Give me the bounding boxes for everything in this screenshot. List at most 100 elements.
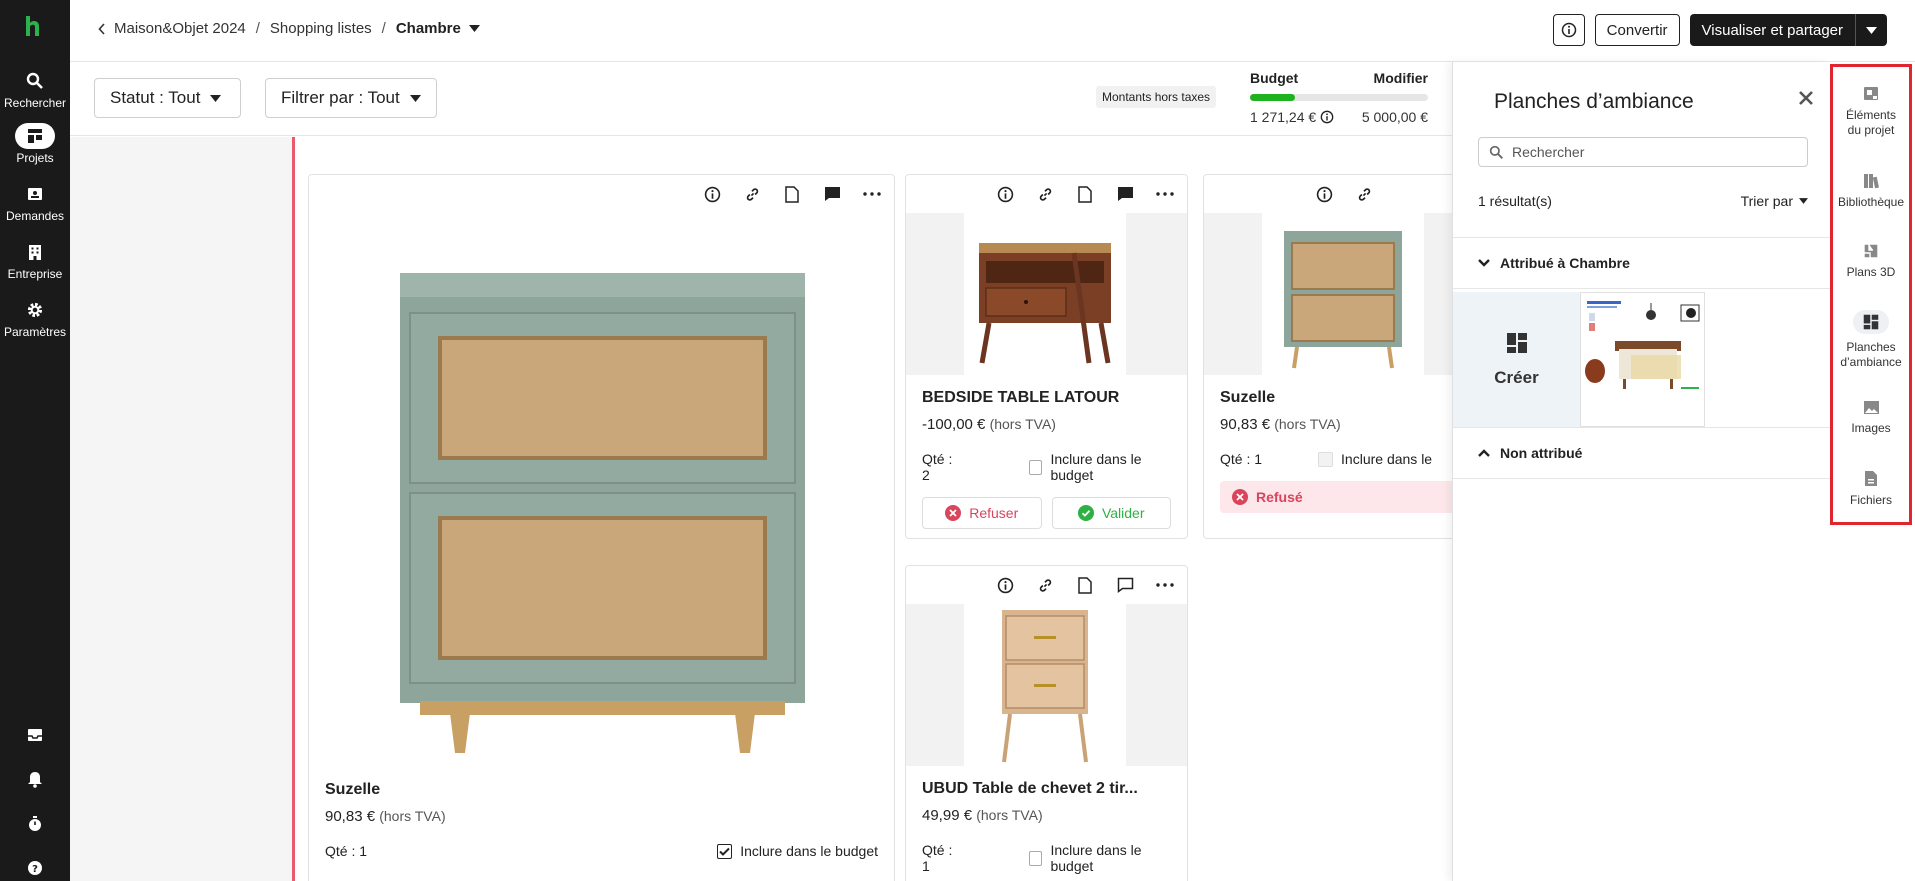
nav-item-search[interactable]: Rechercher [0, 68, 70, 110]
file-icon [1830, 470, 1912, 487]
link-icon[interactable] [1035, 184, 1055, 204]
filter-bar: Statut : Tout Filtrer par : Tout Montant… [70, 62, 1452, 136]
nav-item-projects[interactable]: Projets [0, 123, 70, 165]
rail-label: Fichiers [1849, 493, 1892, 507]
close-icon[interactable] [1798, 90, 1814, 106]
rail-label: Planches [1846, 340, 1896, 354]
info-icon[interactable] [1314, 184, 1334, 204]
include-in-budget-checkbox[interactable]: Inclure dans le budget [717, 843, 878, 859]
include-in-budget-checkbox[interactable]: Inclure dans le budget [1029, 842, 1171, 874]
caret-down-icon[interactable] [468, 25, 480, 32]
status-filter[interactable]: Statut : Tout [94, 78, 241, 118]
create-moodboard-button[interactable]: Créer [1453, 292, 1580, 427]
comment-outline-icon[interactable] [1115, 575, 1135, 595]
moodboard-search-input[interactable]: Rechercher [1478, 137, 1808, 167]
product-title[interactable]: Suzelle [309, 781, 894, 799]
breadcrumb-project[interactable]: Maison&Objet 2024 [114, 20, 246, 37]
card-toolbar [309, 175, 894, 213]
breadcrumb-shopping-lists[interactable]: Shopping listes [270, 20, 372, 37]
include-in-budget-checkbox[interactable]: Inclure dans le budget [1029, 451, 1171, 483]
link-icon[interactable] [1354, 184, 1374, 204]
card-toolbar [906, 566, 1187, 604]
product-image[interactable] [906, 213, 1187, 375]
include-in-budget-label: Inclure dans le [1341, 451, 1433, 467]
info-button[interactable] [1552, 14, 1585, 46]
refused-label: Refusé [1256, 489, 1303, 505]
filter-by-dropdown[interactable]: Filtrer par : Tout [265, 78, 437, 118]
rail-label: d’ambiance [1840, 355, 1902, 369]
product-image[interactable] [906, 604, 1187, 766]
product-title[interactable]: UBUD Table de chevet 2 tir... [906, 780, 1187, 798]
svg-text:?: ? [32, 864, 38, 875]
product-card[interactable]: UBUD Table de chevet 2 tir... 49,99 € (h… [905, 565, 1188, 881]
nav-item-settings[interactable]: Paramètres [0, 297, 70, 339]
inbox-icon[interactable] [0, 728, 70, 742]
chevron-down-icon [1478, 259, 1490, 267]
brand-logo[interactable] [24, 16, 42, 36]
timer-icon[interactable] [0, 815, 70, 832]
back-chevron-icon[interactable] [98, 22, 106, 35]
nav-item-company[interactable]: Entreprise [0, 239, 70, 281]
budget-edit-link[interactable]: Modifier [1374, 70, 1428, 86]
top-header: Maison&Objet 2024 / Shopping listes / Ch… [70, 0, 1915, 62]
link-icon[interactable] [742, 184, 762, 204]
budget-spent: 1 271,24 € [1250, 109, 1317, 125]
sort-dropdown[interactable]: Trier par [1741, 193, 1808, 209]
nav-item-requests[interactable]: Demandes [0, 181, 70, 223]
product-image[interactable] [1204, 213, 1452, 375]
section-unassigned[interactable]: Non attribué [1453, 427, 1831, 479]
document-icon[interactable] [782, 184, 802, 204]
moodboard-panel: Planches d’ambiance Rechercher 1 résulta… [1452, 62, 1831, 881]
product-card[interactable]: Suzelle 90,83 € (hors TVA) Qté : 1 Inclu… [1203, 174, 1452, 539]
product-image[interactable] [325, 213, 878, 767]
rail-library[interactable]: Bibliothèque [1830, 173, 1912, 210]
link-icon[interactable] [1035, 575, 1055, 595]
library-icon [1830, 173, 1912, 189]
product-title[interactable]: Suzelle [1204, 389, 1452, 407]
bell-icon[interactable] [0, 771, 70, 788]
more-options-icon[interactable] [1155, 575, 1175, 595]
share-options-button[interactable] [1855, 14, 1887, 46]
moodboard-icon [1830, 310, 1912, 334]
moodboard-thumbnail[interactable] [1580, 292, 1705, 427]
share-button[interactable]: Visualiser et partager [1689, 14, 1855, 46]
search-icon [1489, 145, 1503, 159]
comment-icon[interactable] [1115, 184, 1135, 204]
more-options-icon[interactable] [1155, 184, 1175, 204]
refused-status: Refusé [1220, 481, 1452, 513]
include-in-budget-checkbox[interactable]: Inclure dans le [1318, 451, 1432, 467]
moodboard-icon [1506, 332, 1527, 353]
info-icon[interactable] [1320, 110, 1334, 124]
sort-label: Trier par [1740, 193, 1793, 209]
breadcrumb-separator: / [255, 20, 260, 37]
panel-title: Planches d’ambiance [1494, 90, 1694, 113]
product-card[interactable]: Suzelle 90,83 € (hors TVA) Qté : 1 Inclu… [308, 174, 895, 881]
rail-project-elements[interactable]: Éléments du projet [1830, 86, 1912, 138]
product-price: 90,83 € [1220, 416, 1271, 433]
product-card[interactable]: BEDSIDE TABLE LATOUR -100,00 € (hors TVA… [905, 174, 1188, 539]
validate-button[interactable]: Valider [1051, 497, 1171, 529]
more-options-icon[interactable] [862, 184, 882, 204]
rail-files[interactable]: Fichiers [1830, 470, 1912, 508]
rail-images[interactable]: Images [1830, 400, 1912, 436]
close-circle-icon [1232, 489, 1248, 505]
refuse-button[interactable]: Refuser [922, 497, 1042, 529]
product-grid: Suzelle 90,83 € (hors TVA) Qté : 1 Inclu… [292, 137, 1452, 881]
info-icon[interactable] [995, 184, 1015, 204]
document-icon[interactable] [1075, 575, 1095, 595]
comment-icon[interactable] [822, 184, 842, 204]
document-icon[interactable] [1075, 184, 1095, 204]
rail-3d-plans[interactable]: Plans 3D [1830, 243, 1912, 280]
info-icon[interactable] [702, 184, 722, 204]
product-quantity: Qté : 1 [1220, 451, 1263, 467]
search-icon [0, 68, 70, 94]
rail-moodboards[interactable]: Planches d’ambiance [1830, 310, 1912, 370]
nav-label: Paramètres [3, 325, 67, 339]
validate-label: Valider [1101, 505, 1145, 521]
help-icon[interactable]: ? [0, 860, 70, 876]
info-icon[interactable] [995, 575, 1015, 595]
budget-progress-fill [1250, 94, 1296, 101]
product-title[interactable]: BEDSIDE TABLE LATOUR [906, 389, 1187, 407]
section-assigned[interactable]: Attribué à Chambre [1453, 237, 1831, 289]
convert-button[interactable]: Convertir [1594, 14, 1680, 46]
